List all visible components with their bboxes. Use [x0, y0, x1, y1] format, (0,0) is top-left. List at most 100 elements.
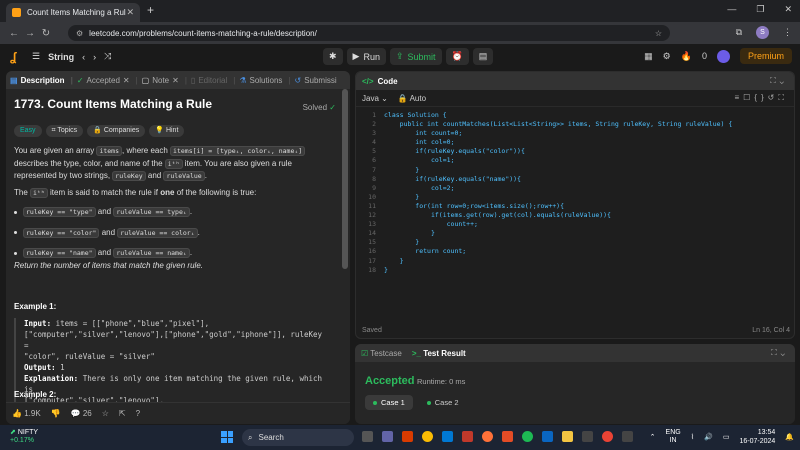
bookmark-star-icon[interactable]: ☆ [655, 29, 662, 38]
code-line[interactable]: 4 int col=0; [356, 138, 794, 147]
chrome-active-icon[interactable] [602, 431, 613, 442]
tab-editorial[interactable]: ▯ Editorial | [191, 76, 235, 85]
teams-icon[interactable] [382, 431, 393, 442]
store-icon[interactable] [442, 431, 453, 442]
app-icon[interactable] [462, 431, 473, 442]
code-line[interactable]: 15 } [356, 238, 794, 247]
taskbar-search[interactable]: ⌕ Search [242, 429, 354, 446]
leetcode-logo-icon[interactable]: ʆ [10, 50, 16, 64]
profile-avatar[interactable]: S [756, 26, 769, 39]
app-icon[interactable] [622, 431, 633, 442]
firefox-icon[interactable] [482, 431, 493, 442]
notes-button[interactable]: ▤ [472, 48, 494, 65]
language-select[interactable]: Java ⌄ [362, 94, 388, 103]
close-icon[interactable]: ✕ [123, 76, 130, 85]
code-line[interactable]: 13 count++; [356, 220, 794, 229]
forward-icon[interactable]: → [22, 28, 38, 39]
site-info-icon[interactable]: ⚙ [76, 29, 83, 38]
debug-button[interactable]: ✱ [323, 48, 343, 65]
code-editor[interactable]: 1 class Solution {2 public int countMatch… [356, 111, 794, 275]
dislike-button[interactable]: 👎 [51, 409, 61, 418]
browser-tab[interactable]: Count Items Matching a Rule ✕ [6, 3, 140, 22]
close-window-icon[interactable]: ✕ [784, 4, 792, 15]
panel-window-controls[interactable]: ⛶⌄ [770, 76, 788, 86]
panel-window-controls[interactable]: ⛶⌄ [771, 348, 789, 358]
companies-tag[interactable]: 🔒 Companies [87, 125, 146, 137]
code-line[interactable]: 2 public int countMatches(List<List<Stri… [356, 120, 794, 129]
hint-tag[interactable]: 💡 Hint [149, 125, 185, 137]
topics-tag[interactable]: ⌗ Topics [45, 125, 84, 137]
timer-button[interactable]: ⏰ [445, 48, 469, 65]
url-bar[interactable]: ⚙ leetcode.com/problems/count-items-matc… [68, 25, 670, 41]
chrome-icon[interactable] [422, 431, 433, 442]
shuffle-icon[interactable]: ⤨ [104, 51, 111, 62]
tab-test-result[interactable]: >_ Test Result [412, 349, 466, 358]
minimize-icon[interactable]: — [727, 4, 736, 15]
streak-fire-icon[interactable]: 🔥 [681, 51, 692, 62]
submit-button[interactable]: ⇪ Submit [389, 48, 442, 65]
close-icon[interactable]: ✕ [172, 76, 179, 85]
close-tab-icon[interactable]: ✕ [126, 7, 134, 18]
extensions-icon[interactable]: ⧉ [736, 27, 742, 38]
office-icon[interactable] [402, 431, 413, 442]
stock-widget[interactable]: ⬈ NIFTY +0.17% [10, 429, 38, 445]
code-line[interactable]: 10 } [356, 193, 794, 202]
code-line[interactable]: 17 } [356, 257, 794, 266]
tab-accepted[interactable]: ✓ Accepted ✕ | [77, 76, 138, 85]
next-problem-icon[interactable]: › [93, 52, 96, 62]
list-icon[interactable]: ☰ [32, 51, 40, 62]
back-icon[interactable]: ← [6, 28, 22, 39]
layout-icon[interactable]: ▦ [644, 51, 653, 62]
description-scrollbar[interactable] [342, 89, 348, 269]
spotify-icon[interactable] [522, 431, 533, 442]
language-indicator[interactable]: ENG IN [666, 429, 681, 445]
reload-icon[interactable]: ↻ [38, 28, 54, 39]
settings-icon[interactable]: ⚙ [663, 51, 671, 62]
edge-icon[interactable] [542, 431, 553, 442]
code-line[interactable]: 5 if(ruleKey.equals("color")){ [356, 147, 794, 156]
notification-icon[interactable]: 🔔 [785, 433, 794, 441]
premium-button[interactable]: Premium [739, 48, 792, 64]
case-1-button[interactable]: Case 1 [365, 395, 413, 410]
wifi-icon[interactable]: ⌇ [691, 433, 694, 441]
user-avatar[interactable] [716, 49, 730, 63]
share-icon[interactable]: ⇱ [119, 409, 126, 418]
code-line[interactable]: 12 if(items.get(row).get(col).equals(rul… [356, 211, 794, 220]
tab-testcase[interactable]: ☑ Testcase [361, 349, 402, 358]
code-line[interactable]: 11 for(int row=0;row<items.size();row++)… [356, 202, 794, 211]
code-line[interactable]: 18} [356, 266, 794, 275]
editor-tools[interactable]: ≡☐{}↺⛶ [735, 93, 789, 103]
code-line[interactable]: 1 class Solution { [356, 111, 794, 120]
code-line[interactable]: 9 col=2; [356, 184, 794, 193]
tab-note[interactable]: ▢ Note ✕ | [142, 76, 187, 85]
code-line[interactable]: 14 } [356, 229, 794, 238]
comments-button[interactable]: 💬 26 [71, 409, 92, 418]
chevron-up-icon[interactable]: ⌃ [650, 433, 656, 441]
like-button[interactable]: 👍 1.9K [12, 409, 41, 418]
volume-icon[interactable]: 🔊 [704, 433, 713, 441]
help-icon[interactable]: ? [136, 409, 140, 418]
maximize-icon[interactable]: ❐ [756, 4, 764, 15]
clock[interactable]: 13:54 16-07-2024 [739, 428, 775, 446]
autocomplete-toggle[interactable]: 🔒 Auto [398, 94, 426, 103]
task-view-icon[interactable] [362, 431, 373, 442]
problem-title[interactable]: 1773. Count Items Matching a Rule [14, 98, 212, 111]
problem-list-name[interactable]: String [48, 52, 74, 62]
new-tab-button[interactable]: + [147, 3, 154, 17]
code-line[interactable]: 8 if(ruleKey.equals("name")){ [356, 175, 794, 184]
case-2-button[interactable]: Case 2 [419, 395, 467, 410]
code-line[interactable]: 3 int count=0; [356, 129, 794, 138]
tab-description[interactable]: ▤ Description | [10, 76, 73, 85]
tab-solutions[interactable]: ⚗ Solutions | [239, 76, 290, 85]
code-line[interactable]: 7 } [356, 166, 794, 175]
code-line[interactable]: 16 return count; [356, 247, 794, 256]
app-icon[interactable] [502, 431, 513, 442]
run-button[interactable]: ▶ Run [346, 48, 386, 65]
menu-icon[interactable]: ⋮ [783, 27, 792, 38]
windows-start-icon[interactable] [221, 431, 233, 443]
app-icon[interactable] [582, 431, 593, 442]
battery-icon[interactable]: ▭ [723, 433, 730, 441]
prev-problem-icon[interactable]: ‹ [82, 52, 85, 62]
favorite-icon[interactable]: ☆ [102, 409, 109, 418]
tab-submissions[interactable]: ↺ Submissi [294, 76, 336, 85]
